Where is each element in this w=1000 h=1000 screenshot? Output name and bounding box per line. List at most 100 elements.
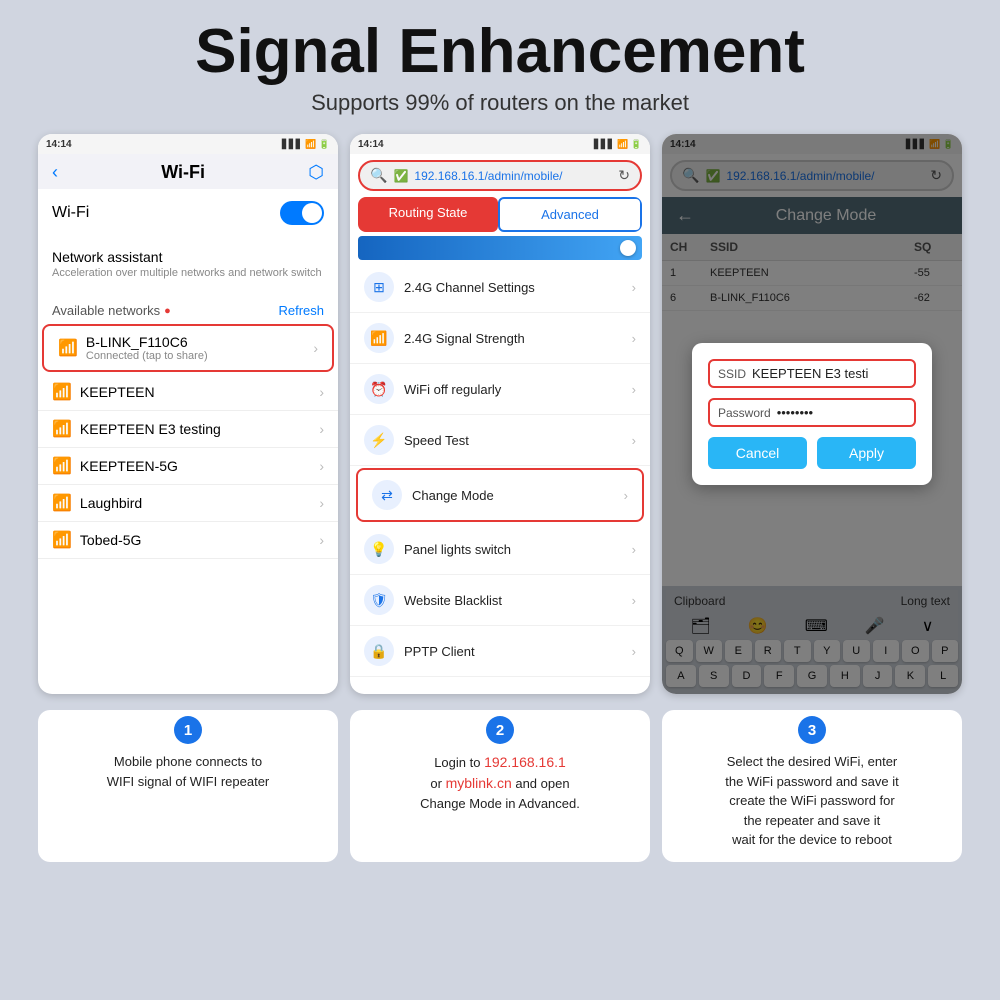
wifi-toggle[interactable] [280, 201, 324, 225]
phone2-status-bar: 14:14 ▋▋▋ 📶 🔋 [350, 134, 650, 154]
secure-icon: ✅ [393, 169, 408, 183]
step-2-link-2: myblink.cn [446, 775, 512, 791]
wifi-icon-3: 📶 [52, 493, 72, 513]
step-3-box: 3 Select the desired WiFi, enter the WiF… [662, 710, 962, 862]
chevron-signal: › [632, 331, 636, 346]
connected-network-name: B-LINK_F110C6 [86, 334, 208, 350]
phone-3: 14:14 ▋▋▋ 📶 🔋 🔍 ✅ 192.168.16.1/admin/mob… [662, 134, 962, 694]
wifi-icon-connected: 📶 [58, 338, 78, 358]
blacklist-icon: 🛡 [364, 585, 394, 615]
chevron-wifi-off: › [632, 382, 636, 397]
menu-item-blacklist[interactable]: 🛡 Website Blacklist › [350, 575, 650, 626]
phone1-topbar: ‹ Wi-Fi ⬡ [38, 154, 338, 189]
menu-item-wifi-off[interactable]: ⏰ WiFi off regularly › [350, 364, 650, 415]
ssid-label: SSID [718, 367, 746, 381]
wifi-network-laughbird[interactable]: 📶 Laughbird › [38, 485, 338, 522]
password-field[interactable]: Password •••••••• [708, 398, 916, 427]
connected-network[interactable]: 📶 B-LINK_F110C6 Connected (tap to share)… [42, 324, 334, 372]
step-1-number: 1 [174, 716, 202, 744]
available-networks-label: Available networks ● [52, 303, 171, 318]
chevron-change-mode: › [624, 488, 628, 503]
wifi-off-icon: ⏰ [364, 374, 394, 404]
step-3-number: 3 [798, 716, 826, 744]
page-header: Signal Enhancement Supports 99% of route… [0, 0, 1000, 124]
tab-advanced[interactable]: Advanced [498, 197, 642, 232]
network-assistant[interactable]: Network assistant Acceleration over mult… [38, 239, 338, 289]
modal-overlay: SSID KEEPTEEN E3 testi Password ••••••••… [662, 134, 962, 694]
ssid-value: KEEPTEEN E3 testi [752, 366, 906, 381]
ssid-field[interactable]: SSID KEEPTEEN E3 testi [708, 359, 916, 388]
phone1-scan-icon[interactable]: ⬡ [308, 162, 324, 183]
password-value: •••••••• [777, 405, 906, 420]
chevron-channel: › [632, 280, 636, 295]
wifi-icon-4: 📶 [52, 530, 72, 550]
phone1-wifi-title: Wi-Fi [161, 162, 205, 183]
menu-item-channel[interactable]: ⊞ 2.4G Channel Settings › [350, 262, 650, 313]
network-assistant-subtitle: Acceleration over multiple networks and … [52, 267, 324, 279]
password-label: Password [718, 406, 771, 420]
tab-routing-state[interactable]: Routing State [358, 197, 498, 232]
menu-item-pptp[interactable]: 🔒 PPTP Client › [350, 626, 650, 677]
step-2-number: 2 [486, 716, 514, 744]
menu-item-speed-test[interactable]: ⚡ Speed Test › [350, 415, 650, 466]
wifi-network-tobed-5g[interactable]: 📶 Tobed-5G › [38, 522, 338, 559]
phone1-back-button[interactable]: ‹ [52, 162, 58, 183]
connected-network-status: Connected (tap to share) [86, 350, 208, 362]
phone-2: 14:14 ▋▋▋ 📶 🔋 🔍 ✅ 192.168.16.1/admin/mob… [350, 134, 650, 694]
slider-dot [620, 240, 636, 256]
step-2-text: Login to 192.168.16.1 or myblink.cn and … [350, 746, 650, 826]
wifi-toggle-label: Wi-Fi [52, 204, 89, 222]
wifi-network-keepteen-5g[interactable]: 📶 KEEPTEEN-5G › [38, 448, 338, 485]
main-title: Signal Enhancement [10, 18, 990, 86]
wifi-toggle-row: Wi-Fi [38, 189, 338, 237]
steps-row: 1 Mobile phone connects toWIFI signal of… [0, 702, 1000, 872]
connected-network-info: B-LINK_F110C6 Connected (tap to share) [86, 334, 208, 362]
signal-icon: 📶 [364, 323, 394, 353]
step-2-link-1: 192.168.16.1 [484, 754, 566, 770]
channel-icon: ⊞ [364, 272, 394, 302]
refresh-button[interactable]: Refresh [278, 303, 324, 318]
phone1-status-bar: 14:14 ▋▋▋ 📶 🔋 [38, 134, 338, 154]
speed-icon: ⚡ [364, 425, 394, 455]
step-1-text: Mobile phone connects toWIFI signal of W… [38, 746, 338, 803]
menu-item-panel-lights[interactable]: 💡 Panel lights switch › [350, 524, 650, 575]
phone1-network-icons: ▋▋▋ 📶 🔋 [282, 139, 330, 150]
step-3-text: Select the desired WiFi, enter the WiFi … [662, 746, 962, 862]
phone2-network-icons: ▋▋▋ 📶 🔋 [594, 139, 642, 150]
step-2-number-container: 2 [350, 710, 650, 746]
network-assistant-title: Network assistant [52, 249, 324, 265]
reload-icon[interactable]: ↻ [618, 167, 630, 184]
wifi-icon-1: 📶 [52, 419, 72, 439]
url-text: 192.168.16.1/admin/mobile/ [414, 169, 612, 183]
panel-lights-icon: 💡 [364, 534, 394, 564]
wifi-network-keepteen-e3[interactable]: 📶 KEEPTEEN E3 testing › [38, 411, 338, 448]
pptp-icon: 🔒 [364, 636, 394, 666]
phone-1: 14:14 ▋▋▋ 📶 🔋 ‹ Wi-Fi ⬡ Wi-Fi Network as… [38, 134, 338, 694]
step-1-number-container: 1 [38, 710, 338, 746]
menu-item-change-mode[interactable]: ⇄ Change Mode › [356, 468, 644, 522]
wifi-icon-0: 📶 [52, 382, 72, 402]
step-2-box: 2 Login to 192.168.16.1 or myblink.cn an… [350, 710, 650, 862]
step-3-number-container: 3 [662, 710, 962, 746]
slider-indicator [358, 236, 642, 260]
phone1-time: 14:14 [46, 139, 72, 150]
chevron-blacklist: › [632, 593, 636, 608]
cancel-button[interactable]: Cancel [708, 437, 807, 469]
phone2-url-bar[interactable]: 🔍 ✅ 192.168.16.1/admin/mobile/ ↻ [358, 160, 642, 191]
wifi-icon-2: 📶 [52, 456, 72, 476]
change-mode-modal: SSID KEEPTEEN E3 testi Password ••••••••… [692, 343, 932, 485]
tab-bar: Routing State Advanced [358, 197, 642, 232]
available-networks-header: Available networks ● Refresh [38, 297, 338, 322]
modal-buttons: Cancel Apply [708, 437, 916, 469]
search-icon: 🔍 [370, 167, 387, 184]
main-subtitle: Supports 99% of routers on the market [10, 90, 990, 116]
apply-button[interactable]: Apply [817, 437, 916, 469]
change-mode-icon: ⇄ [372, 480, 402, 510]
phone2-time: 14:14 [358, 139, 384, 150]
chevron-pptp: › [632, 644, 636, 659]
phones-row: 14:14 ▋▋▋ 📶 🔋 ‹ Wi-Fi ⬡ Wi-Fi Network as… [0, 124, 1000, 702]
wifi-network-keepteen[interactable]: 📶 KEEPTEEN › [38, 374, 338, 411]
chevron-right-icon: › [313, 340, 318, 356]
menu-item-signal[interactable]: 📶 2.4G Signal Strength › [350, 313, 650, 364]
step-1-box: 1 Mobile phone connects toWIFI signal of… [38, 710, 338, 862]
